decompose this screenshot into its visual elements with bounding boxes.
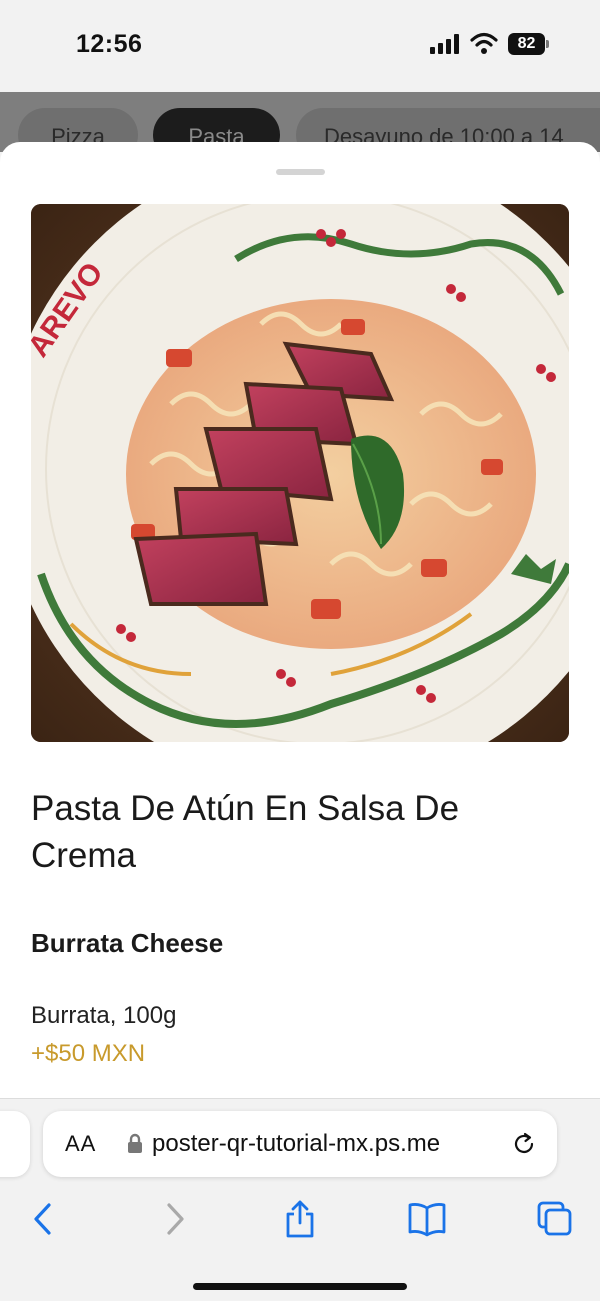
- url-text[interactable]: poster-qr-tutorial-mx.ps.me: [152, 1130, 440, 1158]
- share-icon[interactable]: [280, 1199, 320, 1239]
- address-bar[interactable]: AA poster-qr-tutorial-mx.ps.me: [43, 1111, 557, 1177]
- back-icon[interactable]: [24, 1199, 64, 1239]
- status-time: 12:56: [76, 30, 143, 58]
- option-name[interactable]: Burrata, 100g: [31, 1002, 176, 1030]
- status-bar: 12:56 82: [0, 0, 600, 92]
- browser-bottom-bar: AA poster-qr-tutorial-mx.ps.me: [0, 1098, 600, 1301]
- text-size-label: AA: [65, 1131, 97, 1156]
- option-group-title: Burrata Cheese: [31, 928, 224, 958]
- product-title: Pasta De Atún En Salsa De Crema: [31, 789, 460, 875]
- forward-icon[interactable]: [154, 1199, 194, 1239]
- option-price: +$50 MXN: [31, 1040, 146, 1067]
- sheet-grabber[interactable]: [276, 169, 325, 175]
- battery-level: 82: [508, 33, 545, 55]
- wifi-icon: [470, 32, 498, 54]
- previous-tab-peek[interactable]: [0, 1111, 30, 1177]
- battery-icon: 82: [508, 33, 550, 55]
- tabs-icon[interactable]: [535, 1199, 575, 1239]
- text-size-button[interactable]: AA: [65, 1131, 96, 1157]
- product-sheet: AREVO Pasta De Atún En Salsa De Crema Bu…: [0, 142, 600, 1098]
- lock-icon: [128, 1133, 142, 1153]
- cellular-signal-icon: [430, 34, 459, 54]
- bookmarks-icon[interactable]: [407, 1199, 447, 1239]
- home-indicator[interactable]: [193, 1283, 407, 1290]
- reload-icon[interactable]: [511, 1131, 537, 1157]
- product-image: AREVO: [31, 204, 569, 742]
